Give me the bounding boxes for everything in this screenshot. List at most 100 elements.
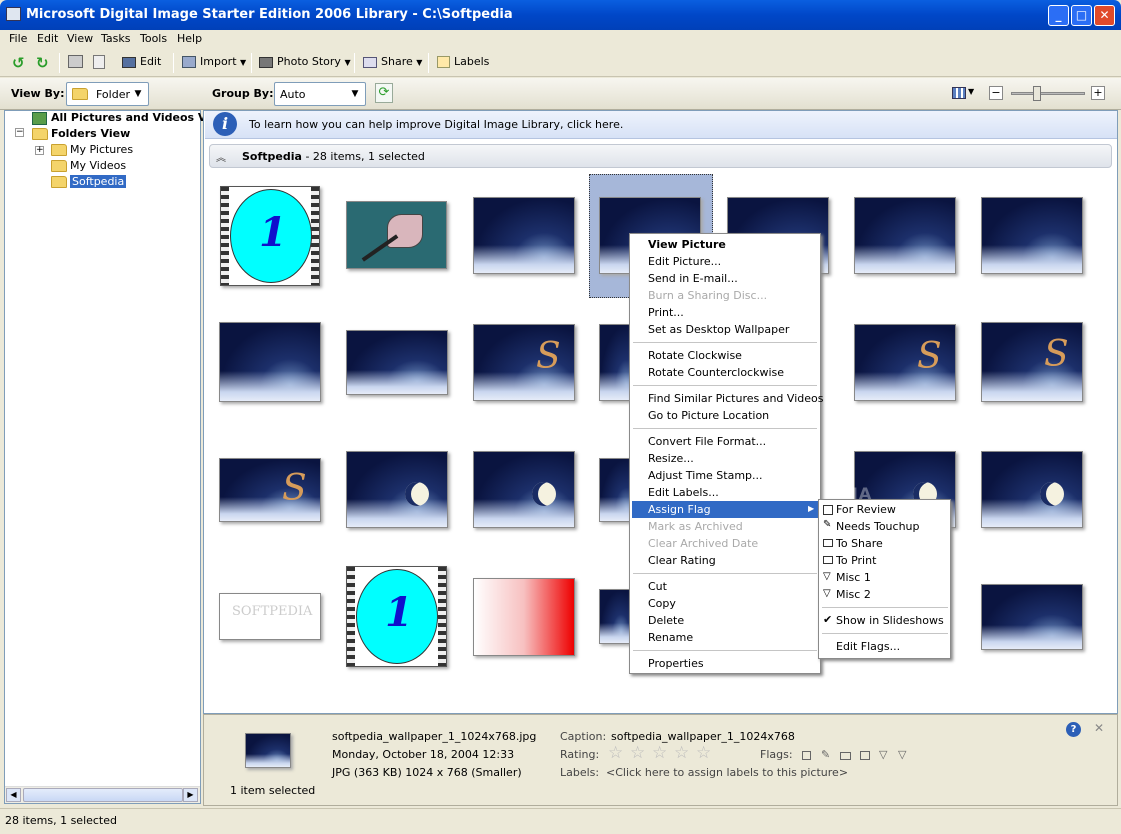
rating-star-icon[interactable]: ☆ <box>608 743 623 763</box>
review-flag-icon[interactable] <box>802 751 811 760</box>
thumbnail-wallpaper[interactable] <box>981 197 1083 274</box>
thumbnail-clock-video[interactable]: 1 <box>346 566 447 667</box>
menu-print[interactable]: Print... <box>648 306 684 319</box>
info-bar[interactable]: i To learn how you can help improve Digi… <box>205 111 1117 139</box>
thumbnail-clock-video[interactable]: 1 <box>220 186 320 286</box>
menu-find-similar[interactable]: Find Similar Pictures and Videos <box>648 392 823 405</box>
menu-delete[interactable]: Delete <box>648 614 684 627</box>
print-flag-icon[interactable] <box>860 751 870 760</box>
thumbnail-wallpaper-s[interactable] <box>981 322 1083 402</box>
menu-rotate-clockwise[interactable]: Rotate Clockwise <box>648 349 742 362</box>
menu-file[interactable]: File <box>9 32 27 45</box>
close-button[interactable]: ✕ <box>1094 5 1115 26</box>
menu-help[interactable]: Help <box>177 32 202 45</box>
zoom-out-button[interactable]: − <box>989 86 1003 100</box>
flag-to-share[interactable]: To Share <box>836 537 883 550</box>
rating-star-icon[interactable]: ☆ <box>630 743 645 763</box>
thumbnail-wallpaper[interactable] <box>981 584 1083 650</box>
view-by-select[interactable]: Folder ▼ <box>66 82 149 106</box>
tree-item-all-pictures[interactable]: All Pictures and Videos Vie <box>32 111 217 125</box>
rotate-ccw-icon[interactable]: ↺ <box>12 54 25 72</box>
flag-misc-1[interactable]: Misc 1 <box>836 571 871 584</box>
flag-show-slideshows[interactable]: Show in Slideshows <box>836 614 944 627</box>
maximize-button[interactable]: □ <box>1071 5 1092 26</box>
flag-edit-flags[interactable]: Edit Flags... <box>836 640 900 653</box>
share-button[interactable]: Share ▼ <box>363 55 422 68</box>
menu-convert-format[interactable]: Convert File Format... <box>648 435 766 448</box>
menu-tools[interactable]: Tools <box>140 32 167 45</box>
print-icon[interactable] <box>68 55 83 68</box>
email-icon[interactable] <box>93 55 105 69</box>
thumbnail-wallpaper-moon[interactable] <box>981 451 1083 528</box>
minimize-button[interactable]: _ <box>1048 5 1069 26</box>
menu-set-wallpaper[interactable]: Set as Desktop Wallpaper <box>648 323 789 336</box>
menu-cut[interactable]: Cut <box>648 580 667 593</box>
tree-horizontal-scrollbar[interactable]: ◀ ▶ <box>5 786 200 803</box>
group-header[interactable]: ︽ Softpedia - 28 items, 1 selected <box>209 144 1112 168</box>
menu-adjust-time-stamp[interactable]: Adjust Time Stamp... <box>648 469 763 482</box>
thumbnail-wallpaper-moon[interactable] <box>346 451 448 528</box>
rotate-cw-icon[interactable]: ↻ <box>36 54 49 72</box>
menu-assign-flag[interactable]: Assign Flag <box>648 503 711 516</box>
tree-item-my-videos[interactable]: My Videos <box>51 159 126 172</box>
collapse-group-icon[interactable]: ︽ <box>216 149 226 164</box>
zoom-slider[interactable] <box>1011 92 1085 95</box>
rating-star-icon[interactable]: ☆ <box>696 743 711 763</box>
zoom-in-button[interactable]: + <box>1091 86 1105 100</box>
menu-view-picture[interactable]: View Picture <box>648 238 726 251</box>
menu-tasks[interactable]: Tasks <box>101 32 130 45</box>
info-text[interactable]: To learn how you can help improve Digita… <box>249 118 623 131</box>
menu-edit-labels[interactable]: Edit Labels... <box>648 486 719 499</box>
scroll-left-icon[interactable]: ◀ <box>6 788 21 802</box>
menu-edit[interactable]: Edit <box>37 32 58 45</box>
menu-copy[interactable]: Copy <box>648 597 676 610</box>
group-by-select[interactable]: Auto ▼ <box>274 82 366 106</box>
expand-toggle[interactable]: + <box>35 146 44 155</box>
menu-rotate-counterclockwise[interactable]: Rotate Counterclockwise <box>648 366 784 379</box>
menu-edit-picture[interactable]: Edit Picture... <box>648 255 721 268</box>
photo-story-button[interactable]: Photo Story ▼ <box>259 55 351 68</box>
rating-star-icon[interactable]: ☆ <box>674 743 689 763</box>
thumbnail-wallpaper[interactable] <box>219 322 321 402</box>
refresh-icon[interactable]: ⟳ <box>375 83 393 103</box>
thumbnail-wallpaper[interactable] <box>599 589 631 644</box>
labels-button[interactable]: Labels <box>437 55 489 68</box>
menu-properties[interactable]: Properties <box>648 657 704 670</box>
import-button[interactable]: Import ▼ <box>182 55 246 68</box>
flag-needs-touchup[interactable]: Needs Touchup <box>836 520 920 533</box>
caption-field[interactable]: softpedia_wallpaper_1_1024x768 <box>611 730 795 743</box>
thumbnail-wallpaper[interactable] <box>346 330 448 395</box>
thumbnail-red-gradient[interactable] <box>473 578 575 656</box>
menu-rename[interactable]: Rename <box>648 631 693 644</box>
tree-item-my-pictures[interactable]: My Pictures <box>51 143 133 156</box>
thumbnail-softpedia-card[interactable]: SOFTPEDIA <box>219 593 321 640</box>
tree-item-softpedia[interactable]: Softpedia <box>51 175 127 188</box>
help-icon[interactable]: ? <box>1066 722 1081 737</box>
view-mode-icon[interactable] <box>952 87 966 99</box>
collapse-toggle[interactable]: − <box>15 128 24 137</box>
share-flag-icon[interactable] <box>840 752 851 760</box>
misc-flag-icon[interactable]: ▽ <box>898 748 906 761</box>
flag-for-review[interactable]: For Review <box>836 503 896 516</box>
thumbnail-axe[interactable] <box>346 201 447 269</box>
menu-resize[interactable]: Resize... <box>648 452 694 465</box>
close-details-icon[interactable]: ✕ <box>1094 721 1104 735</box>
touchup-flag-icon[interactable]: ✎ <box>821 748 830 761</box>
thumbnail-wallpaper-s[interactable] <box>219 458 321 522</box>
menu-clear-rating[interactable]: Clear Rating <box>648 554 716 567</box>
menu-go-to-location[interactable]: Go to Picture Location <box>648 409 769 422</box>
tree-item-folders-view[interactable]: Folders View <box>32 127 130 140</box>
misc-flag-icon[interactable]: ▽ <box>879 748 887 761</box>
zoom-slider-thumb[interactable] <box>1033 86 1041 101</box>
menu-view[interactable]: View <box>67 32 93 45</box>
thumbnail-wallpaper-moon[interactable] <box>473 451 575 528</box>
thumbnail-wallpaper[interactable] <box>473 197 575 274</box>
flag-to-print[interactable]: To Print <box>836 554 876 567</box>
labels-field[interactable]: <Click here to assign labels to this pic… <box>606 766 848 779</box>
menu-send-email[interactable]: Send in E-mail... <box>648 272 738 285</box>
scroll-right-icon[interactable]: ▶ <box>183 788 198 802</box>
rating-star-icon[interactable]: ☆ <box>652 743 667 763</box>
thumbnail-wallpaper-s[interactable] <box>854 324 956 401</box>
edit-button[interactable]: Edit <box>122 55 161 68</box>
thumbnail-wallpaper-s[interactable] <box>473 324 575 401</box>
